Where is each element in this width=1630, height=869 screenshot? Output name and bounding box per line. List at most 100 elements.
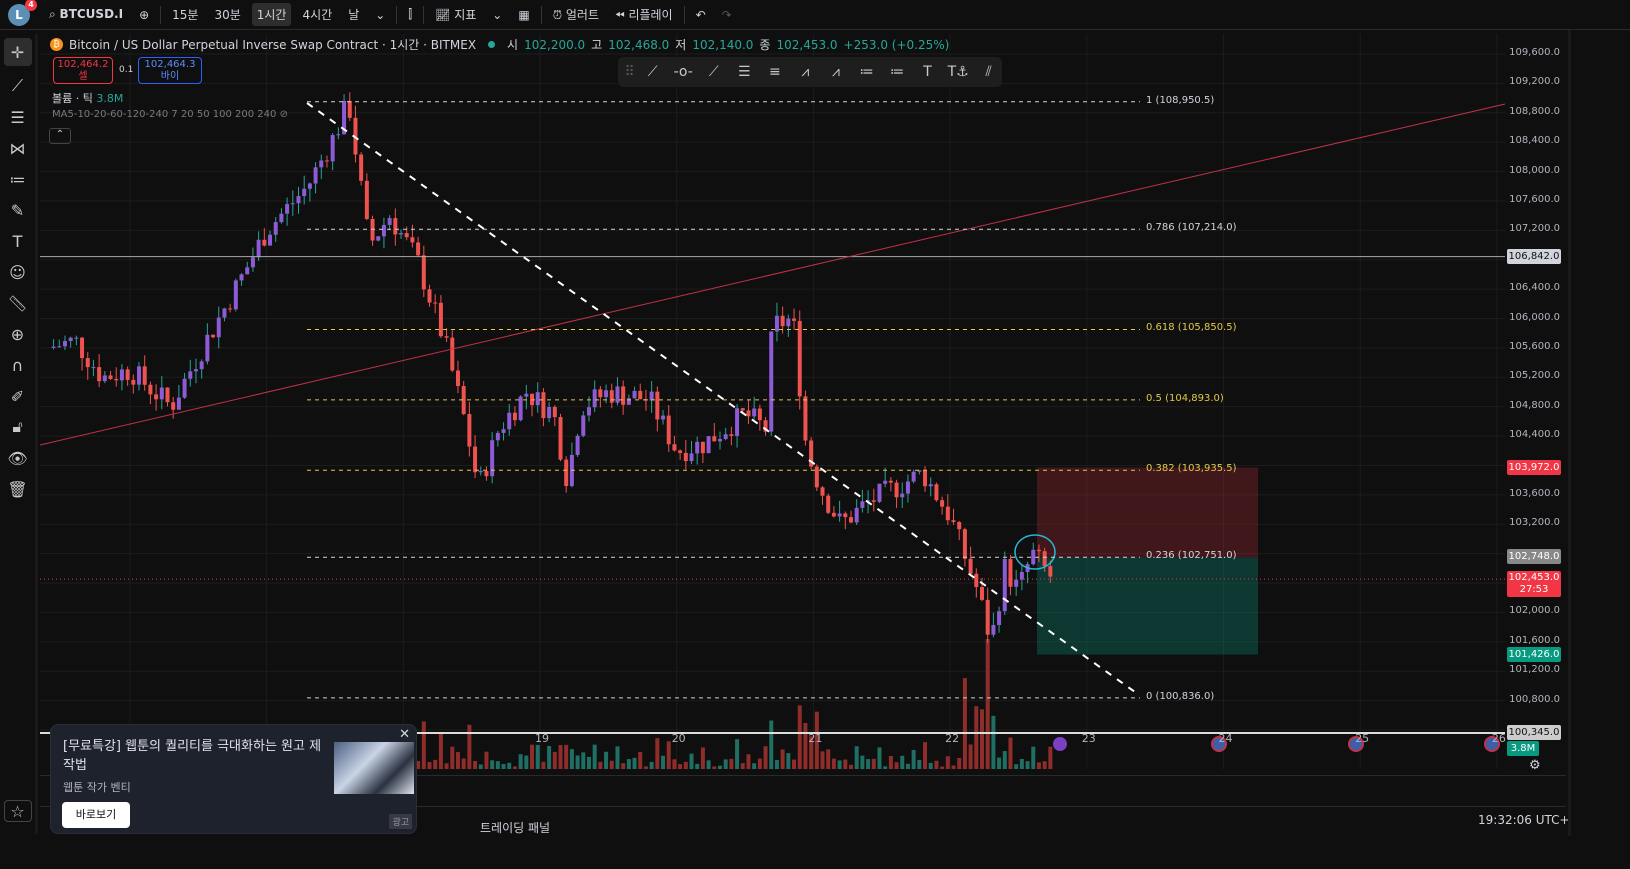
buy-button[interactable]: 102,464.3 바이 (138, 57, 202, 84)
volume-bar (797, 705, 802, 769)
interval-1h[interactable]: 1시간 (251, 3, 292, 26)
user-avatar[interactable]: L4 (8, 0, 37, 26)
volume-bar (666, 741, 671, 769)
candle-body (626, 398, 631, 405)
candle-body (148, 384, 153, 395)
replay-button[interactable]: ⏪︎ 리플레이 (610, 3, 678, 26)
trash-icon[interactable]: 🗑︎ (4, 478, 32, 500)
drag-handle-icon[interactable]: ⠿ (624, 64, 635, 80)
candle-body (837, 513, 842, 517)
candle-body (85, 358, 90, 368)
text-tool-icon[interactable]: T (914, 64, 941, 80)
more-tools-icon[interactable]: ⫽ (975, 64, 1002, 80)
volume-bar (1036, 762, 1041, 769)
add-symbol-icon[interactable]: ⊕ (134, 5, 154, 25)
lock-icon[interactable]: 🔓︎ (4, 416, 32, 438)
candle-body (672, 444, 677, 451)
candle-type-icon[interactable]: ⫿ (403, 4, 417, 25)
timezone-clock[interactable]: 19:32:06 UTC+9 (1478, 813, 1577, 827)
lock-drawing-icon[interactable]: ✐ (4, 385, 32, 407)
horizontal-ray-icon[interactable]: -o- (670, 64, 697, 80)
fib-retracement-icon[interactable]: ≡ (762, 64, 789, 80)
candle-body (450, 337, 455, 371)
undo-icon[interactable]: ↶ (691, 5, 711, 25)
time-tick: 24 (1218, 732, 1233, 745)
hidden-eye-icon[interactable]: ⊘ (280, 109, 288, 120)
candle-body (404, 233, 409, 238)
volume-bar (661, 755, 666, 769)
tab-trading-panel[interactable]: 트레이딩 패널 (480, 819, 550, 836)
fib-extension-icon[interactable]: ≔ (884, 64, 911, 80)
anchored-text-icon[interactable]: T⚓︎ (945, 64, 972, 80)
candle-body (393, 218, 398, 235)
price-tick: 103,600.0 (1509, 487, 1560, 499)
eye-icon[interactable]: 👁︎ (4, 447, 32, 469)
trendline-tool-icon[interactable]: ⟋ (639, 64, 666, 80)
magnet-icon[interactable]: ∩ (4, 354, 32, 376)
crosshair-icon[interactable]: ✛ (3, 38, 32, 66)
collapse-legend-button[interactable]: ⌃ (49, 128, 71, 144)
time-tick: 23 (1081, 732, 1096, 745)
candle-body (376, 236, 381, 241)
candle-body (302, 188, 307, 197)
ruler-icon[interactable]: 📏︎ (4, 292, 32, 314)
ad-cta-button[interactable]: 바로보기 (62, 802, 130, 828)
interval-4h[interactable]: 4시간 (297, 3, 337, 26)
volume-bar (923, 742, 928, 769)
chevron-down-icon[interactable]: ⌄ (370, 5, 390, 25)
fib-channel-icon[interactable]: ≔ (853, 64, 880, 80)
candle-body (860, 501, 865, 508)
fib-level-label: 0.236 (102,751.0) (1146, 550, 1237, 562)
favorites-star-icon[interactable]: ☆ (3, 800, 32, 822)
indicators-button[interactable]: 📈︎ 지표 (430, 3, 481, 26)
volume-bar (934, 760, 939, 769)
emoji-icon[interactable]: ☺ (4, 261, 32, 283)
brush-icon[interactable]: ✎ (4, 199, 32, 221)
close-icon[interactable]: ✕ (399, 727, 410, 742)
horizontal-lines-icon[interactable]: ☰ (4, 106, 32, 128)
volume-bar (1019, 758, 1024, 769)
candle-body (877, 483, 882, 502)
volume-bar (467, 724, 472, 769)
volume-bar (564, 744, 569, 769)
settings-icon[interactable]: ⚙︎ (1529, 758, 1541, 773)
extended-line-icon[interactable]: ⟋ (700, 64, 727, 80)
alert-button[interactable]: ⏰︎ 얼러트 (548, 3, 604, 26)
time-tick: 20 (671, 732, 686, 745)
pattern-icon[interactable]: ⋈ (4, 137, 32, 159)
abcd-pattern-icon[interactable]: ⩘ (823, 64, 850, 80)
interval-day[interactable]: 날 (343, 3, 364, 26)
interval-30m[interactable]: 30분 (209, 3, 245, 26)
volume-bar (473, 760, 478, 769)
sell-button[interactable]: 102,464.2 셀 (53, 57, 113, 84)
candle-body (119, 369, 124, 381)
price-chart[interactable] (40, 34, 1568, 806)
candle-body (945, 506, 950, 521)
sell-label: 셀 (78, 71, 88, 82)
ad-popup[interactable]: [무료특강] 웹툰의 퀄리티를 극대화하는 원고 제작법 웹툰 작가 벤티 바로… (50, 724, 417, 834)
redo-icon[interactable]: ↷ (717, 5, 737, 25)
volume-bar (421, 721, 426, 769)
candle-body (336, 134, 341, 136)
volume-bar (638, 751, 643, 769)
symbol-search[interactable]: ⌕ BTCUSD.I (44, 4, 128, 25)
zoom-icon[interactable]: ⊕ (4, 323, 32, 345)
text-icon[interactable]: T (4, 230, 32, 252)
fib-icon[interactable]: ≔ (4, 168, 32, 190)
candle-body (991, 625, 996, 635)
ma-legend[interactable]: MA5-10-20-60-120-240 7 20 50 100 200 240… (52, 109, 288, 120)
target-price-label: 101,426.0 (1507, 647, 1561, 662)
candle-body (273, 222, 278, 235)
trendline-icon[interactable]: ⟋ (4, 75, 32, 97)
volume-bar (604, 751, 609, 769)
symbol-name: BTCUSD.I (59, 7, 124, 21)
candle-body (205, 334, 210, 362)
open-label: 시 (507, 38, 519, 52)
fib-level-label: 0 (100,836.0) (1146, 690, 1215, 702)
parallel-channel-icon[interactable]: ☰ (731, 64, 758, 80)
elliott-wave-icon[interactable]: ⩘ (792, 64, 819, 80)
entry-price-label: 102,748.0 (1507, 549, 1561, 564)
interval-15m[interactable]: 15분 (167, 3, 203, 26)
chevron-down-icon[interactable]: ⌄ (487, 5, 507, 25)
layouts-icon[interactable]: ▦ (513, 5, 534, 25)
